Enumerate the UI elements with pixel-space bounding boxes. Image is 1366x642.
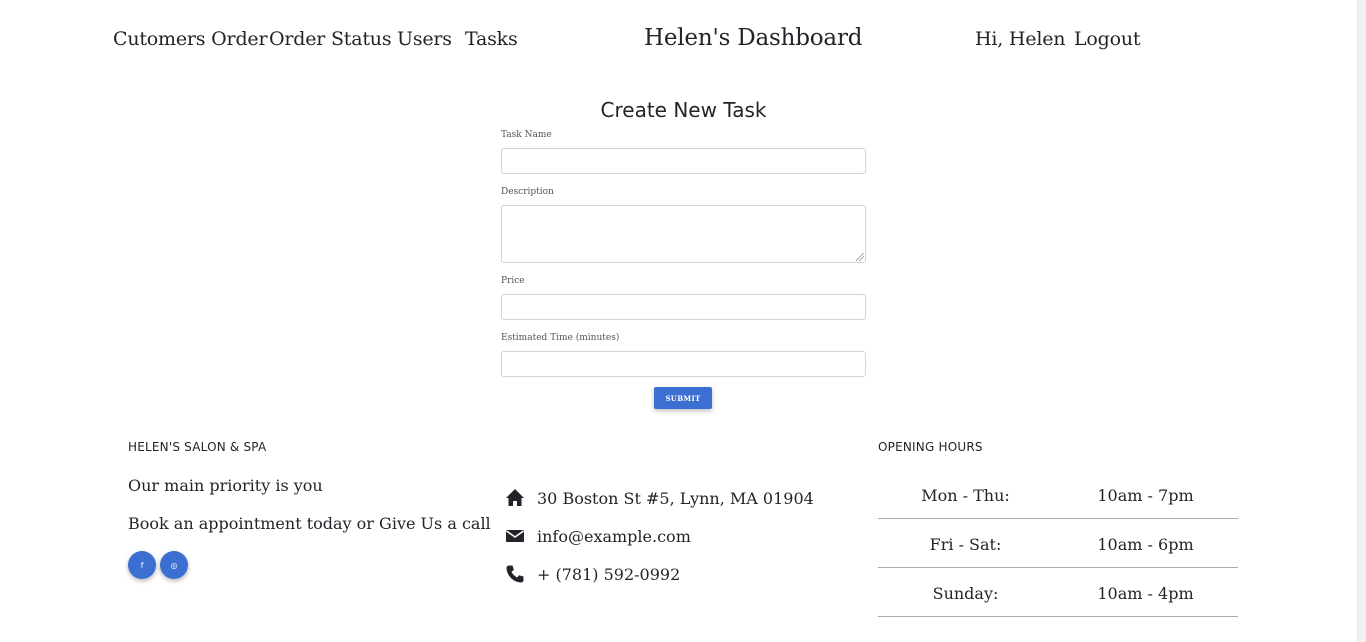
- opening-hours-heading: OPENING HOURS: [878, 440, 983, 454]
- hours-row: Sunday: 10am - 4pm: [878, 568, 1238, 617]
- task-name-label: Task Name: [501, 130, 552, 140]
- nav-brand[interactable]: Helen's Dashboard: [644, 25, 862, 51]
- resize-handle-icon[interactable]: [856, 253, 864, 261]
- hours-time: 10am - 4pm: [1097, 584, 1194, 603]
- hours-day: Mon - Thu:: [921, 486, 1010, 505]
- nav-link-customers-order[interactable]: Cutomers Order: [113, 28, 268, 50]
- description-label: Description: [501, 187, 554, 197]
- price-label: Price: [501, 276, 525, 286]
- instagram-icon[interactable]: ◎: [160, 551, 188, 579]
- salon-heading: HELEN'S SALON & SPA: [128, 440, 267, 454]
- tagline-text: Our main priority is you: [128, 476, 323, 495]
- nav-link-tasks[interactable]: Tasks: [465, 28, 518, 50]
- call-to-action-text: Book an appointment today or Give Us a c…: [128, 514, 491, 533]
- nav-greeting[interactable]: Hi, Helen: [975, 28, 1065, 50]
- phone-icon: [506, 565, 524, 583]
- hours-day: Sunday:: [932, 584, 999, 603]
- hours-row: Fri - Sat: 10am - 6pm: [878, 519, 1238, 568]
- task-name-input[interactable]: [501, 148, 866, 174]
- phone-text: + (781) 592-0992: [537, 565, 681, 584]
- address-text: 30 Boston St #5, Lynn, MA 01904: [537, 489, 814, 508]
- nav-logout-link[interactable]: Logout: [1074, 28, 1141, 50]
- envelope-icon: [506, 530, 524, 542]
- home-icon: [506, 489, 524, 506]
- submit-button[interactable]: Submit: [654, 387, 712, 409]
- email-text: info@example.com: [537, 527, 691, 546]
- nav-link-users[interactable]: Users: [397, 28, 452, 50]
- price-input[interactable]: [501, 294, 866, 320]
- nav-link-order-status[interactable]: Order Status: [269, 28, 392, 50]
- estimated-time-input[interactable]: [501, 351, 866, 377]
- hours-row: Mon - Thu: 10am - 7pm: [878, 470, 1238, 519]
- description-textarea[interactable]: [501, 205, 866, 263]
- estimated-time-label: Estimated Time (minutes): [501, 333, 620, 343]
- page-scrollbar[interactable]: [1357, 0, 1366, 642]
- hours-time: 10am - 6pm: [1097, 535, 1194, 554]
- top-navbar: Cutomers Order Order Status Users Tasks …: [0, 25, 1366, 60]
- facebook-icon[interactable]: f: [128, 551, 156, 579]
- hours-day: Fri - Sat:: [929, 535, 1002, 554]
- form-title: Create New Task: [600, 98, 767, 122]
- hours-time: 10am - 7pm: [1097, 486, 1194, 505]
